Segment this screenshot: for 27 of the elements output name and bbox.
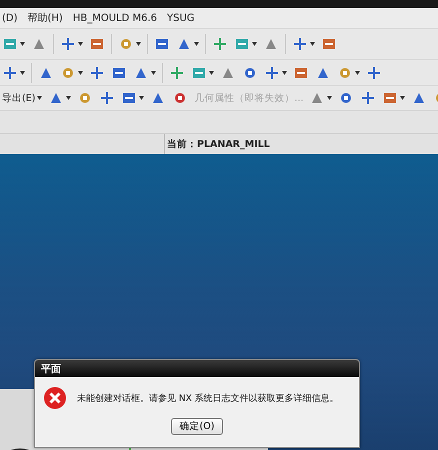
menu-item[interactable]: (D) <box>2 12 18 24</box>
caret-icon[interactable] <box>327 96 332 100</box>
caret-icon[interactable] <box>20 42 25 46</box>
caret-icon[interactable] <box>310 42 315 46</box>
menu-item[interactable]: YSUG <box>167 12 195 24</box>
caret-icon[interactable] <box>66 96 72 100</box>
caret-icon[interactable] <box>78 42 83 46</box>
caret-icon[interactable] <box>355 70 360 74</box>
caret-icon[interactable] <box>252 42 257 46</box>
ok-button[interactable]: 确定(O) <box>170 418 224 435</box>
caret-icon[interactable] <box>20 70 25 74</box>
caret-icon[interactable] <box>139 96 144 100</box>
caret-icon[interactable] <box>282 70 287 74</box>
caret-icon[interactable] <box>37 96 42 100</box>
caret-icon[interactable] <box>151 70 156 74</box>
dialog-title: 平面 <box>35 360 359 377</box>
error-message: 未能创建对话框。请参见 NX 系统日志文件以获取更多详细信息。 <box>77 392 339 404</box>
menu-item[interactable]: 帮助(H) <box>28 11 63 25</box>
caret-icon[interactable] <box>78 70 83 74</box>
caret-icon[interactable] <box>209 70 214 74</box>
error-icon <box>43 386 67 410</box>
menu-item[interactable]: HB_MOULD M6.6 <box>72 12 158 24</box>
caret-icon[interactable] <box>136 42 141 46</box>
caret-icon[interactable] <box>400 96 406 100</box>
caret-icon[interactable] <box>194 42 199 46</box>
export-menu[interactable]: 导出(E) <box>2 92 36 104</box>
current-operation-label: 当前：PLANAR_MILL <box>167 138 270 150</box>
